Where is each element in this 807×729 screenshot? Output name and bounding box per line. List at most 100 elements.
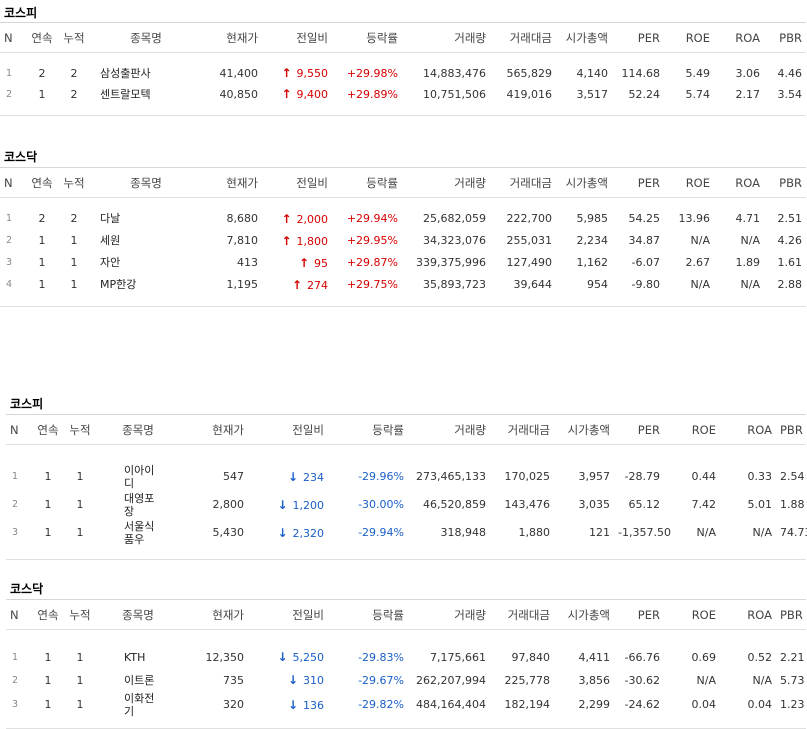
arrow-down-icon: ↓ (277, 650, 288, 664)
cell-per: -24.62 (624, 698, 660, 711)
header-col-volume: 거래량 (408, 599, 490, 630)
header-col-per: PER (614, 414, 664, 445)
stock-name-link[interactable]: 서울식품우 (100, 520, 164, 546)
cell-rate: -29.82% (358, 698, 404, 711)
section-title-kosdaq-down: 코스닥 (10, 582, 44, 596)
cell-n: 2 (6, 235, 13, 246)
stock-name-link[interactable]: 삼성출판사 (94, 67, 151, 80)
cell-volume: 14,883,476 (423, 66, 486, 80)
cell-roe: 5.49 (685, 66, 711, 80)
cell-name[interactable]: MP한강 (90, 274, 202, 296)
cell-mcap: 3,035 (578, 498, 611, 511)
cell-name[interactable]: 세원 (90, 230, 202, 252)
stock-name-link[interactable]: MP한강 (94, 278, 136, 291)
cell-name[interactable]: 다날 (90, 208, 202, 230)
table-row[interactable]: 4 1 1 MP한강 1,195 ↑ 274 +29.75% 35,893,723 39,644 9… (0, 274, 806, 296)
cell-roa: 0.52 (747, 650, 773, 664)
stock-name-link[interactable]: 자안 (94, 256, 120, 269)
table-row[interactable]: 1 2 2 다날 8,680 ↑ 2,000 +29.94% 25,682,059 222,700… (0, 208, 806, 230)
header-col-rate: 등락률 (328, 599, 408, 630)
stock-name-link[interactable]: 이화전기 (100, 692, 164, 718)
header-col-change: 전일비 (248, 414, 328, 445)
cell-cumul: 1 (70, 256, 78, 269)
table-row[interactable]: 3 1 1 서울식품우 5,430 ↓ 2,320 -29.94% 318,948 1,880 12… (6, 519, 807, 547)
cell-cumul: 2 (70, 66, 78, 80)
cell-name[interactable]: 자안 (90, 252, 202, 274)
cell-cumul: 1 (76, 526, 84, 539)
cell-per: 114.68 (621, 66, 661, 80)
header-row: N 연속 누적 종목명 현재가 전일비 등락률 거래량 거래대금 시가총액 PER ROE ROA PBR (0, 167, 806, 198)
stock-name-link[interactable]: 세원 (94, 234, 120, 247)
cell-price: 1,195 (226, 278, 259, 291)
stock-name-link[interactable]: 센트랄모텍 (94, 88, 151, 101)
cell-n: 1 (12, 651, 19, 663)
table-row[interactable]: 2 1 2 센트랄모텍 40,850 ↑ 9,400 +29.89% 10,751,506 419… (0, 84, 806, 105)
table-row[interactable]: 1 2 2 삼성출판사 41,400 ↑ 9,550 +29.98% 14,883,476 565… (0, 63, 806, 84)
table-row[interactable]: 3 1 1 자안 413 ↑ 95 +29.87% 339,375,996 127,490 1,16… (0, 252, 806, 274)
cell-roe: 2.67 (685, 256, 711, 269)
cell-name[interactable]: 서울식품우 (96, 519, 180, 547)
cell-name[interactable]: KTH (96, 646, 180, 669)
stock-name-link[interactable]: 대영포장 (100, 492, 164, 518)
table-row[interactable]: 2 1 1 이트론 735 ↓ 310 -29.67% 262,207,994 225,778 3,… (6, 669, 806, 692)
header-col-cumul: 누적 (58, 22, 90, 53)
cell-name[interactable]: 이화전기 (96, 692, 180, 718)
change-value: 95 (314, 256, 328, 270)
stock-name-link[interactable]: KTH (100, 651, 164, 664)
cell-per: -66.76 (624, 650, 660, 664)
cell-name[interactable]: 이아이디 (96, 463, 180, 491)
cell-volume: 318,948 (440, 526, 487, 539)
cell-consec: 1 (38, 234, 46, 247)
header-col-name: 종목명 (90, 22, 202, 53)
kospi-up-table: N 연속 누적 종목명 현재가 전일비 등락률 거래량 거래대금 시가총액 PER ROE ROA PBR… (0, 22, 806, 116)
table-row[interactable]: 1 1 1 이아이디 547 ↓ 234 -29.96% 273,465,133 170,025 3… (6, 463, 806, 491)
change-value: 1,200 (292, 498, 325, 512)
cell-volume: 262,207,994 (416, 673, 486, 687)
cell-price: 8,680 (226, 212, 259, 225)
cell-mcap: 3,957 (578, 470, 611, 483)
stock-name-link[interactable]: 다날 (94, 212, 120, 225)
cell-volume: 25,682,059 (423, 212, 486, 225)
cell-amount: 225,778 (504, 673, 551, 687)
table-row[interactable]: 2 1 1 세원 7,810 ↑ 1,800 +29.95% 34,323,076 255,031… (0, 230, 806, 252)
cell-rate: -30.00% (358, 498, 404, 511)
stock-name-link[interactable]: 이트론 (100, 674, 164, 687)
header-col-consec: 연속 (32, 599, 64, 630)
stock-name-link[interactable]: 이아이디 (100, 464, 164, 490)
table-row[interactable]: 1 1 1 KTH 12,350 ↓ 5,250 -29.83% 7,175,661 97,840… (6, 646, 806, 669)
cell-name[interactable]: 삼성출판사 (90, 63, 202, 84)
header-col-pbr: PBR (764, 167, 806, 198)
header-col-amount: 거래대금 (490, 167, 556, 198)
arrow-down-icon: ↓ (277, 525, 288, 540)
header-col-change: 전일비 (248, 599, 328, 630)
header-col-pbr: PBR (776, 414, 806, 445)
header-col-n: N (6, 414, 32, 445)
cell-rate: +29.95% (346, 234, 398, 247)
cell-roa: N/A (752, 673, 772, 687)
header-col-per: PER (612, 22, 664, 53)
cell-roa: 4.71 (735, 212, 761, 225)
cell-name[interactable]: 이트론 (96, 669, 180, 692)
header-col-cumul: 누적 (64, 414, 96, 445)
cell-mcap: 5,985 (576, 212, 609, 225)
cell-name[interactable]: 대영포장 (96, 491, 180, 519)
cell-roe: 13.96 (678, 212, 711, 225)
cell-n: 3 (12, 527, 19, 538)
arrow-up-icon: ↑ (291, 277, 302, 292)
cell-n: 3 (6, 257, 13, 268)
cell-rate: -29.96% (358, 470, 404, 483)
cell-per: -30.62 (624, 673, 660, 687)
cell-volume: 34,323,076 (423, 234, 486, 247)
table-row[interactable]: 3 1 1 이화전기 320 ↓ 136 -29.82% 484,164,404 182,194 2… (6, 692, 806, 718)
header-col-consec: 연속 (32, 414, 64, 445)
header-col-roa: ROA (720, 414, 776, 445)
cell-pbr: 4.26 (777, 234, 803, 247)
cell-price: 320 (223, 698, 244, 711)
cell-consec: 1 (44, 650, 52, 664)
cell-roe: 0.44 (691, 470, 717, 483)
cell-cumul: 1 (76, 698, 84, 711)
table-row[interactable]: 2 1 1 대영포장 2,800 ↓ 1,200 -30.00% 46,520,859 143,4… (6, 491, 806, 519)
cell-name[interactable]: 센트랄모텍 (90, 84, 202, 105)
cell-mcap: 3,856 (578, 673, 611, 687)
cell-roe: N/A (696, 526, 716, 539)
